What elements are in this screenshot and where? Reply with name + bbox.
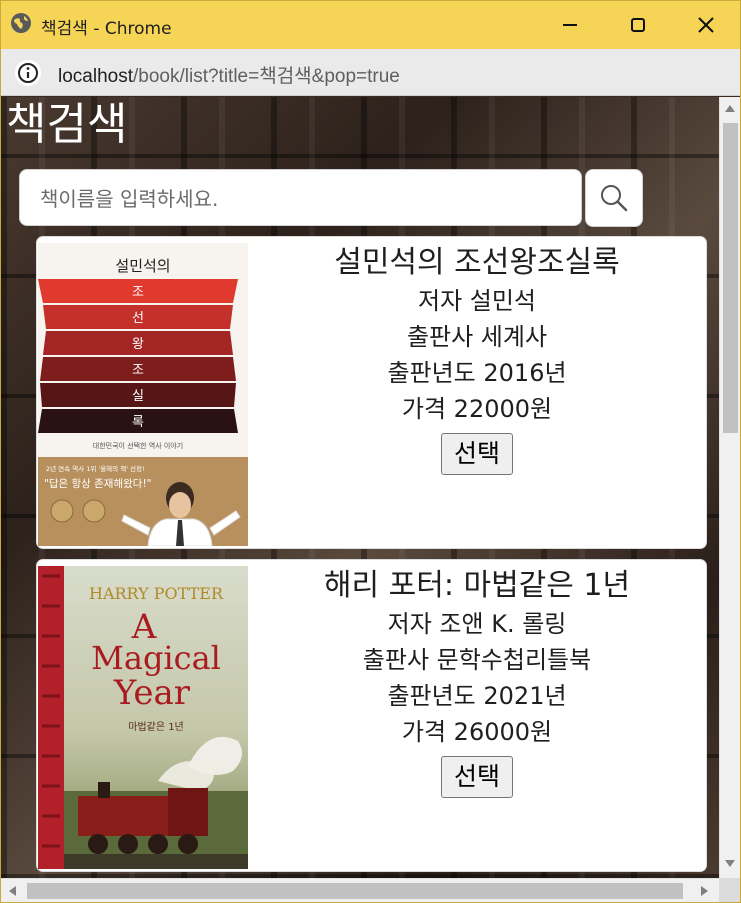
- book-card: HARRY POTTER A Magical Year 마법같은 1년 해리 포…: [36, 559, 707, 872]
- book-publisher: 출판사 문학수첩리틀북: [362, 646, 592, 674]
- book-publisher: 출판사 세계사: [406, 323, 548, 351]
- horizontal-scrollbar[interactable]: [1, 878, 719, 902]
- book-title: 설민석의 조선왕조실록: [334, 245, 620, 280]
- cover-band-text: 록: [132, 415, 144, 430]
- minimize-icon: [563, 24, 577, 26]
- cover-title-line: Year: [113, 673, 191, 713]
- select-button[interactable]: 선택: [440, 756, 513, 798]
- cover-banner-big: "답은 항상 존재해왔다!": [44, 477, 151, 490]
- book-cover-joseon: 설민석의 조 선 왕 조 실 록 대한민국이 선택한 역사 이야기 2년 연속 …: [38, 243, 248, 546]
- url-host: localhost: [58, 66, 133, 87]
- close-icon: [698, 17, 714, 33]
- select-button[interactable]: 선택: [440, 433, 513, 475]
- cover-title-line: Magical: [91, 639, 221, 677]
- page-title: 책검색: [6, 99, 128, 150]
- info-icon: [18, 63, 38, 83]
- window-title: 책검색 - Chrome: [41, 19, 172, 39]
- maximize-icon: [631, 18, 645, 32]
- scroll-left-arrow-icon[interactable]: [9, 886, 16, 896]
- cover-subtitle: 마법같은 1년: [128, 721, 184, 733]
- search-placeholder: 책이름을 입력하세요.: [40, 187, 219, 211]
- book-cover-image: HARRY POTTER A Magical Year 마법같은 1년: [38, 566, 248, 869]
- book-title: 해리 포터: 마법같은 1년: [323, 568, 631, 603]
- book-year: 출판년도 2016년: [387, 359, 567, 387]
- search-button[interactable]: [585, 169, 643, 227]
- page-viewport: 책검색 책이름을 입력하세요. 설민석의 조 선 왕 조 실 록 대한민국이 선…: [1, 97, 719, 878]
- title-bar: 책검색 - Chrome: [1, 1, 740, 49]
- cover-band-text: 조: [132, 363, 144, 378]
- book-author: 저자 조앤 K. 롤링: [387, 610, 567, 638]
- cover-band-text: 실: [132, 389, 144, 404]
- vertical-scroll-thumb[interactable]: [723, 123, 738, 433]
- address-bar: localhost/book/list?title=책검색&pop=true: [1, 49, 740, 96]
- horizontal-scroll-thumb[interactable]: [27, 883, 683, 899]
- search-icon: [601, 185, 628, 212]
- browser-window: 책검색 - Chrome localhost/book/list?title=책…: [0, 0, 741, 903]
- scroll-down-arrow-icon[interactable]: [725, 860, 735, 867]
- book-price: 가격 26000원: [401, 718, 553, 746]
- minimize-button[interactable]: [536, 1, 604, 49]
- scroll-up-arrow-icon[interactable]: [725, 105, 735, 112]
- cover-top-text: 설민석의: [115, 257, 170, 275]
- scrollbar-corner: [719, 878, 740, 902]
- cover-series: HARRY POTTER: [89, 584, 224, 603]
- cover-band-text: 선: [132, 311, 144, 326]
- site-info-button[interactable]: [15, 60, 41, 86]
- book-cover-harry-potter: HARRY POTTER A Magical Year 마법같은 1년: [38, 566, 248, 869]
- search-input[interactable]: 책이름을 입력하세요.: [19, 169, 582, 226]
- book-cover-image: 설민석의 조 선 왕 조 실 록 대한민국이 선택한 역사 이야기 2년 연속 …: [38, 243, 248, 546]
- cover-banner-small: 2년 연속 역사 1위 '올해의 책' 선정!: [46, 464, 145, 473]
- maximize-button[interactable]: [604, 1, 672, 49]
- book-price: 가격 22000원: [401, 395, 553, 423]
- book-info: 해리 포터: 마법같은 1년 저자 조앤 K. 롤링 출판사 문학수첩리틀북 출…: [252, 560, 702, 798]
- cover-band-text: 왕: [132, 337, 144, 352]
- vertical-scrollbar[interactable]: [719, 97, 740, 878]
- url-text[interactable]: localhost/book/list?title=책검색&pop=true: [58, 61, 400, 88]
- globe-icon: [11, 13, 31, 33]
- book-author: 저자 설민석: [417, 287, 537, 315]
- book-info: 설민석의 조선왕조실록 저자 설민석 출판사 세계사 출판년도 2016년 가격…: [252, 237, 702, 475]
- close-button[interactable]: [672, 1, 740, 49]
- url-path: /book/list?title=책검색&pop=true: [133, 66, 400, 87]
- cover-band-text: 조: [132, 285, 144, 300]
- scroll-right-arrow-icon[interactable]: [701, 886, 708, 896]
- book-card: 설민석의 조 선 왕 조 실 록 대한민국이 선택한 역사 이야기 2년 연속 …: [36, 236, 707, 549]
- book-year: 출판년도 2021년: [387, 682, 567, 710]
- cover-subtitle: 대한민국이 선택한 역사 이야기: [93, 441, 183, 450]
